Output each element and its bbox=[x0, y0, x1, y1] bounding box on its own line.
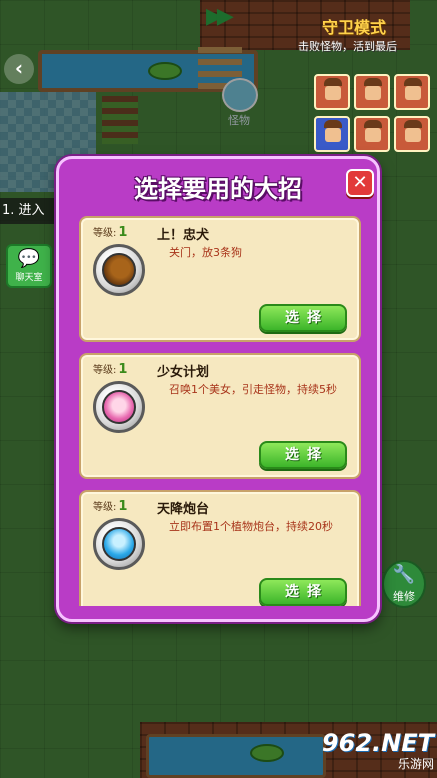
watermark-text: 乐游网 bbox=[397, 757, 434, 771]
avatar bbox=[354, 74, 390, 110]
skill-name: 上！忠犬 bbox=[157, 228, 210, 243]
avatar bbox=[354, 116, 390, 152]
skill-list[interactable]: 等级: 1 上！忠犬 关门，放3条狗 选择 等级: 1 少女计划 召唤1个美女，引走… bbox=[79, 216, 362, 606]
skill-card: 等级: 1 天降炮台 立即布置1个植物炮台，持续20秒 选择 bbox=[79, 490, 361, 606]
fast-forward-icon[interactable]: ▶▶ bbox=[206, 4, 234, 29]
select-button[interactable]: 选择 bbox=[259, 441, 347, 469]
skill-card: 等级: 1 上！忠犬 关门，放3条狗 选择 bbox=[79, 216, 361, 342]
skill-level: 等级: 1 bbox=[93, 225, 128, 240]
girl-icon bbox=[93, 381, 145, 433]
skill-name: 少女计划 bbox=[157, 365, 210, 380]
avatar bbox=[394, 74, 430, 110]
close-button[interactable]: ✕ bbox=[346, 169, 374, 197]
skill-card: 等级: 1 少女计划 召唤1个美女，引走怪物，持续5秒 选择 bbox=[79, 353, 361, 479]
chat-bubble-icon: 💬 bbox=[17, 248, 41, 269]
garden-plot bbox=[102, 96, 138, 144]
plant-turret-icon bbox=[93, 518, 145, 570]
skill-level: 等级: 1 bbox=[93, 362, 128, 377]
back-button[interactable]: ‹ bbox=[4, 54, 34, 84]
select-button[interactable]: 选择 bbox=[259, 304, 347, 332]
select-button[interactable]: 选择 bbox=[259, 578, 347, 606]
dog-icon bbox=[93, 244, 145, 296]
skill-description: 关门，放3条狗 bbox=[169, 246, 242, 259]
skill-name: 天降炮台 bbox=[157, 502, 210, 517]
skill-description: 召唤1个美女，引走怪物，持续5秒 bbox=[169, 383, 337, 396]
chat-room-button[interactable]: 💬 聊天室 bbox=[6, 244, 52, 288]
mode-title: 守卫模式 bbox=[322, 18, 387, 37]
monster-label: 怪物 bbox=[228, 114, 250, 127]
skill-description: 立即布置1个植物炮台，持续20秒 bbox=[169, 520, 333, 533]
avatar bbox=[394, 116, 430, 152]
lily-pad-icon bbox=[250, 744, 284, 762]
close-x-icon: ✕ bbox=[352, 172, 368, 193]
task-text: 1. 进入 bbox=[0, 198, 60, 224]
monster-icon bbox=[222, 78, 258, 112]
lily-pad-icon bbox=[148, 62, 182, 80]
repair-label: 维修 bbox=[393, 590, 415, 603]
dialog-title: 选择要用的大招 bbox=[134, 175, 302, 203]
chat-room-label: 聊天室 bbox=[15, 273, 43, 283]
player-avatars bbox=[314, 74, 434, 152]
chevron-left-icon: ‹ bbox=[14, 56, 24, 80]
mode-subtitle: 击败怪物，活到最后 bbox=[298, 40, 397, 53]
wrench-icon: 🔧 bbox=[392, 564, 416, 585]
avatar bbox=[314, 116, 350, 152]
skill-level: 等级: 1 bbox=[93, 499, 128, 514]
avatar bbox=[314, 74, 350, 110]
site-watermark: 962.NET 乐游网 bbox=[296, 730, 434, 774]
watermark-logo: 962.NET bbox=[321, 729, 434, 757]
repair-button[interactable]: 🔧 维修 bbox=[382, 560, 426, 608]
skill-select-dialog: 选择要用的大招 ✕ 等级: 1 上！忠犬 关门，放3条狗 选择 等级: 1 少女计划… bbox=[56, 156, 380, 622]
